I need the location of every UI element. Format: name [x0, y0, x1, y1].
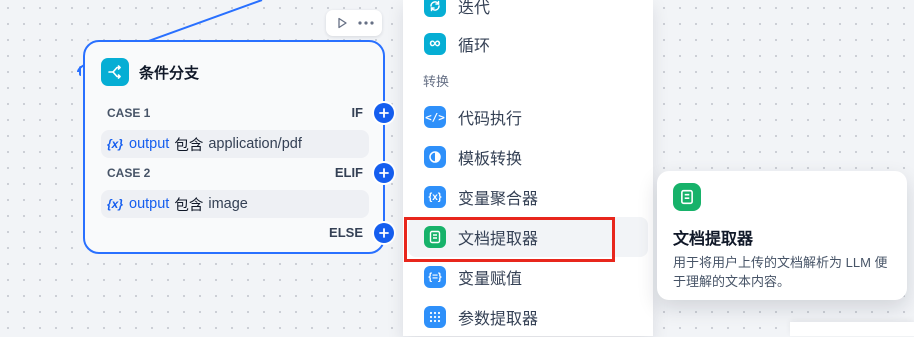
branch-label-elif: ELIF — [334, 165, 363, 180]
menu-item-label: 循环 — [458, 38, 491, 55]
plus-icon — [379, 228, 389, 238]
menu-item-variable-aggregator[interactable]: {x} 变量聚合器 — [403, 177, 653, 217]
more-icon[interactable] — [356, 13, 376, 33]
plus-icon — [379, 108, 389, 118]
branch-label-if: IF — [351, 105, 363, 120]
menu-item-template[interactable]: 模板转换 — [403, 137, 653, 177]
menu-item-iteration[interactable]: 迭代 — [403, 0, 653, 26]
block-selector-menu: 迭代 ∞ 循环 转换 </> 代码执行 模板转换 {x} 变量聚合器 文档提取器… — [403, 0, 653, 336]
menu-item-label: 代码执行 — [458, 111, 523, 128]
menu-section-label: 转换 — [423, 74, 450, 89]
node-action-bar — [326, 10, 382, 36]
if-else-node[interactable]: 条件分支 CASE 1 IF {x} output 包含 application… — [79, 40, 385, 254]
menu-item-label: 参数提取器 — [458, 311, 539, 328]
menu-item-label: 模板转换 — [458, 151, 523, 168]
parameter-extractor-icon — [424, 306, 446, 328]
iteration-icon — [424, 0, 446, 17]
condition-variable: output — [129, 196, 170, 212]
variable-aggregator-icon: {x} — [424, 186, 446, 208]
menu-item-label: 变量赋值 — [458, 271, 523, 288]
menu-item-label: 迭代 — [458, 0, 491, 17]
tooltip-title: 文档提取器 — [673, 231, 754, 248]
template-icon — [424, 146, 446, 168]
menu-item-code[interactable]: </> 代码执行 — [403, 97, 653, 137]
block-tooltip: 文档提取器 用于将用户上传的文档解析为 LLM 便于理解的文本内容。 — [657, 171, 907, 300]
condition-variable: output — [129, 136, 170, 152]
menu-item-parameter-extractor[interactable]: 参数提取器 — [403, 297, 653, 337]
condition-operator: 包含 — [174, 137, 204, 154]
menu-item-label: 变量聚合器 — [458, 191, 539, 208]
input-handle[interactable] — [79, 66, 85, 76]
tooltip-description: 用于将用户上传的文档解析为 LLM 便于理解的文本内容。 — [673, 255, 888, 289]
menu-item-loop[interactable]: ∞ 循环 — [403, 24, 653, 64]
condition-value: image — [208, 196, 248, 212]
document-extractor-icon — [673, 183, 701, 211]
variable-assigner-icon: {=} — [424, 266, 446, 288]
condition-value: application/pdf — [208, 136, 302, 152]
variable-icon: {x} — [107, 197, 124, 211]
menu-item-variable-assigner[interactable]: {=} 变量赋值 — [403, 257, 653, 297]
loop-icon: ∞ — [424, 33, 446, 55]
code-icon: </> — [424, 106, 446, 128]
add-elif-branch-button[interactable] — [374, 163, 394, 183]
case-label: CASE 1 — [107, 106, 151, 120]
branch-icon — [101, 58, 129, 86]
panel-corner — [790, 322, 914, 336]
add-if-branch-button[interactable] — [374, 103, 394, 123]
node-header: 条件分支 — [101, 58, 199, 86]
plus-icon — [379, 168, 389, 178]
branch-label-else: ELSE — [329, 225, 363, 240]
condition-operator: 包含 — [174, 197, 204, 214]
run-icon[interactable] — [332, 13, 352, 33]
add-else-branch-button[interactable] — [374, 223, 394, 243]
highlight-box — [404, 217, 615, 262]
case-label: CASE 2 — [107, 166, 151, 180]
condition-row[interactable]: {x} output 包含 application/pdf — [101, 130, 369, 158]
variable-icon: {x} — [107, 137, 124, 151]
condition-row[interactable]: {x} output 包含 image — [101, 190, 369, 218]
node-title: 条件分支 — [139, 64, 200, 82]
